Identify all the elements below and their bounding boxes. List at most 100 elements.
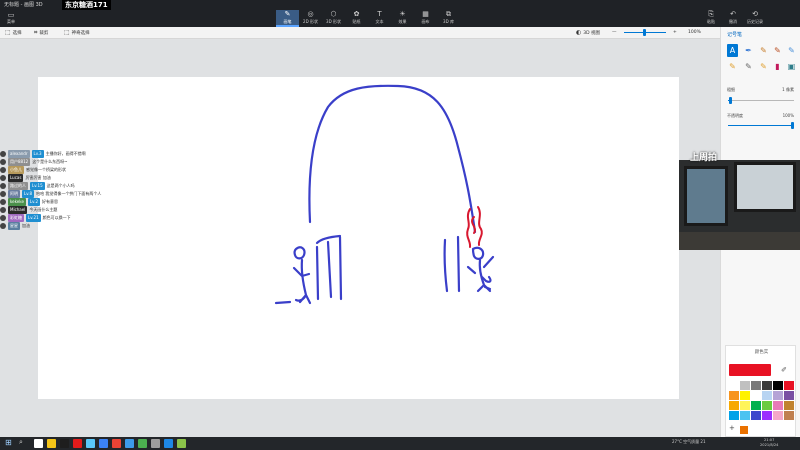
drawing-canvas[interactable] [38, 77, 679, 399]
eraser-icon[interactable]: ✎ [743, 60, 754, 73]
tab-label: 贴纸 [352, 19, 361, 24]
taskbar-app-icon[interactable] [73, 439, 82, 448]
crop-button[interactable]: ⌗ 裁剪 [34, 29, 48, 37]
view-3d-button[interactable]: ◐ 3D 视图 [576, 29, 600, 37]
pencil-icon[interactable]: ✎ [727, 60, 738, 73]
taskbar-app-icon[interactable] [86, 439, 95, 448]
taskbar-app-icon[interactable] [164, 439, 173, 448]
magic-select-button[interactable]: ⬚ 神奇选择 [64, 29, 90, 37]
color-swatch[interactable] [740, 381, 750, 390]
avatar [0, 167, 6, 173]
folder-icon: ▭ [7, 11, 15, 19]
color-swatch[interactable] [773, 391, 783, 400]
opacity-value[interactable]: 100% [783, 113, 794, 118]
weather-label[interactable]: 27°C 空气质量 21 [672, 439, 706, 445]
color-swatch[interactable] [751, 401, 761, 410]
fill-bucket-icon[interactable]: ▣ [786, 60, 797, 73]
thickness-value[interactable]: 1 像素 [782, 87, 794, 93]
color-swatch[interactable] [773, 411, 783, 420]
color-swatch[interactable] [740, 401, 750, 410]
taskbar-app-icon[interactable] [151, 439, 160, 448]
color-swatch[interactable] [729, 411, 739, 420]
color-swatch[interactable] [784, 411, 794, 420]
zoom-in-button[interactable]: + [673, 29, 677, 37]
color-swatch[interactable] [762, 391, 772, 400]
stream-badge: 东京糖酒171 [62, 0, 111, 10]
chat-text: 这是两个小人吗 [46, 183, 75, 188]
tab-0[interactable]: ✎ 画笔 [276, 10, 299, 27]
tab-1[interactable]: ◎ 2D 形状 [299, 10, 322, 27]
red-hair-right [477, 206, 483, 246]
color-swatch[interactable] [762, 401, 772, 410]
opacity-slider[interactable] [728, 122, 794, 129]
custom-color-swatch[interactable] [740, 426, 748, 434]
search-icon[interactable]: ⌕ [19, 438, 23, 447]
spray-can-icon[interactable]: ▮ [772, 60, 783, 73]
current-color-swatch[interactable] [729, 364, 771, 376]
ribbon-tool-icon: ⟲ [752, 10, 758, 18]
color-swatch[interactable] [784, 401, 794, 410]
oil-brush-icon[interactable]: ✎ [758, 44, 769, 57]
color-swatch[interactable] [773, 381, 783, 390]
thickness-slider[interactable] [728, 97, 794, 104]
taskbar-app-icon[interactable] [177, 439, 186, 448]
chat-text: 好有意思 [42, 199, 59, 204]
taskbar-app-icon[interactable] [60, 439, 69, 448]
color-swatch[interactable] [729, 391, 739, 400]
zoom-value: 100% [688, 30, 701, 35]
taskbar-app-icon[interactable] [34, 439, 43, 448]
pixel-pen-icon[interactable]: ✎ [786, 44, 797, 57]
left-figure-body [274, 258, 312, 305]
tab-7[interactable]: ⧉ 3D 库 [437, 10, 460, 27]
color-swatch[interactable] [751, 381, 761, 390]
zoom-slider-thumb[interactable] [643, 29, 646, 36]
color-swatch[interactable] [773, 401, 783, 410]
start-icon[interactable]: ⊞ [5, 438, 12, 447]
clock-date[interactable]: 2021/8/24 [760, 443, 778, 447]
thickness-thumb[interactable] [729, 97, 733, 104]
color-swatch[interactable] [751, 411, 761, 420]
calligraphy-pen-icon[interactable]: ✒ [743, 44, 754, 57]
color-swatch[interactable] [784, 391, 794, 400]
taskbar-app-icon[interactable] [138, 439, 147, 448]
add-color-button[interactable]: + [729, 424, 735, 432]
chat-username: 用户8812 [8, 158, 31, 166]
marker-brush-icon[interactable]: A [727, 44, 738, 57]
taskbar-app-icon[interactable] [125, 439, 134, 448]
taskbar-app-icon[interactable] [99, 439, 108, 448]
magic-select-label: 神奇选择 [71, 31, 90, 36]
color-swatch[interactable] [740, 391, 750, 400]
color-swatch[interactable] [762, 381, 772, 390]
ribbon-tool-0[interactable]: ⎘ 粘贴 [700, 10, 722, 27]
view-3d-icon: ◐ [576, 29, 582, 36]
taskbar-app-icon[interactable] [47, 439, 56, 448]
zoom-out-button[interactable]: — [612, 29, 617, 37]
crop-label: 裁剪 [39, 31, 49, 36]
ribbon-tool-1[interactable]: ↶ 撤消 [722, 10, 744, 27]
color-swatch[interactable] [740, 411, 750, 420]
crayon-icon[interactable]: ✎ [758, 60, 769, 73]
tab-3[interactable]: ✿ 贴纸 [345, 10, 368, 27]
eyedropper-icon[interactable]: ✐ [778, 364, 790, 376]
select-button[interactable]: ⬚ 选择 [5, 29, 22, 37]
chat-level-badge: Lv.2 [27, 198, 41, 206]
taskbar-app-icon[interactable] [112, 439, 121, 448]
tab-6[interactable]: ▦ 画布 [414, 10, 437, 27]
chat-overlay: alexandr Lv.3 主播你好，画得不错啊 用户8812 这个是什么东西呀~ 小鱼儿… [0, 150, 150, 230]
left-pillar-right [326, 240, 333, 299]
color-swatch[interactable] [751, 391, 761, 400]
chat-text: 感觉像一个桥梁的形状 [26, 167, 66, 172]
color-swatch[interactable] [762, 411, 772, 420]
menu-button[interactable]: ▭ 菜单 [5, 12, 17, 25]
watercolor-icon[interactable]: ✎ [772, 44, 783, 57]
tab-4[interactable]: T 文本 [368, 10, 391, 27]
tab-2[interactable]: ⬡ 3D 形状 [322, 10, 345, 27]
color-swatch[interactable] [729, 401, 739, 410]
clock-time[interactable]: 21:07 [764, 438, 774, 442]
color-swatch[interactable] [729, 381, 739, 390]
cam-monitor-right [734, 162, 796, 212]
color-swatch[interactable] [784, 381, 794, 390]
ribbon-tool-2[interactable]: ⟲ 历史记录 [744, 10, 766, 27]
opacity-thumb[interactable] [791, 122, 794, 129]
tab-5[interactable]: ☀ 效果 [391, 10, 414, 27]
